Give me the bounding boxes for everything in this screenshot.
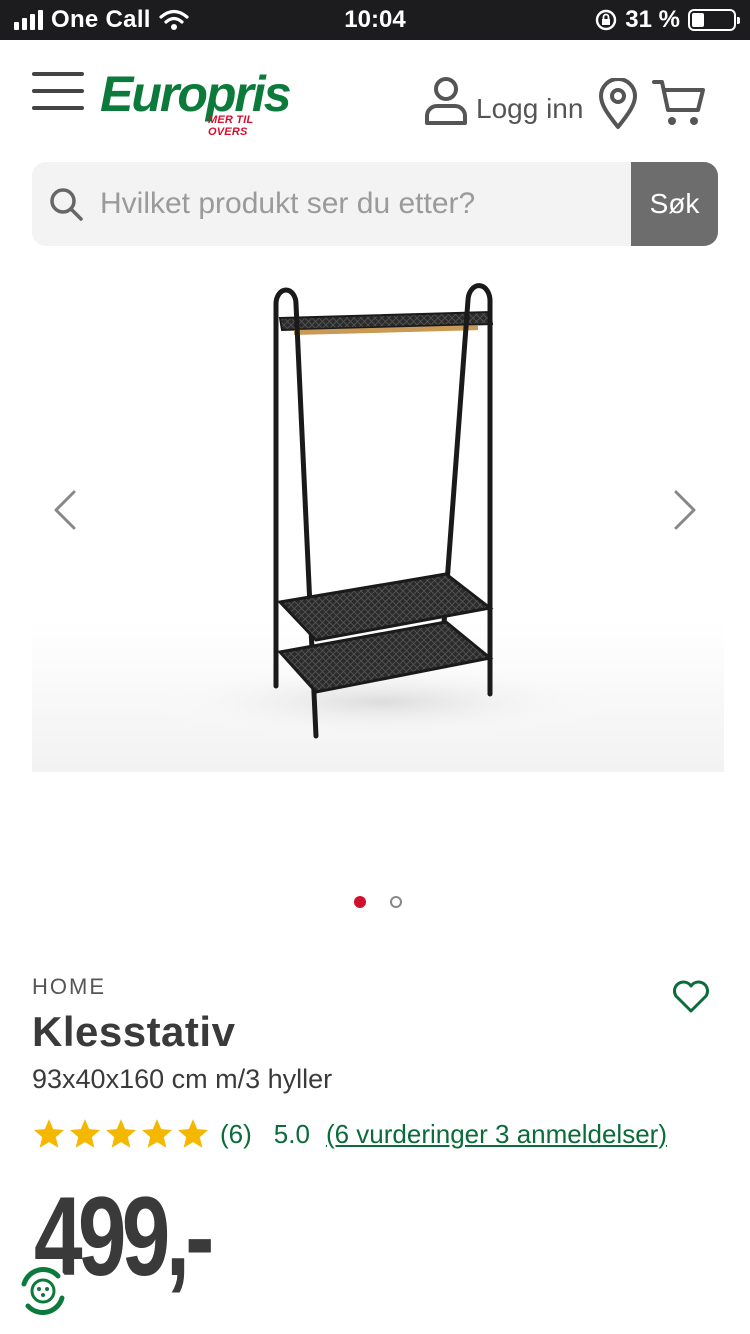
logo[interactable]: Europris MER TIL OVERS xyxy=(100,66,292,138)
search-input[interactable] xyxy=(100,162,660,246)
heart-icon[interactable] xyxy=(672,980,710,1014)
product-subtitle: 93x40x160 cm m/3 hyller xyxy=(32,1064,333,1094)
gallery-pagination xyxy=(0,894,750,910)
star-icon xyxy=(105,1119,137,1148)
product-image xyxy=(142,283,622,742)
site-header: Europris MER TIL OVERS Logg inn xyxy=(0,40,750,150)
chevron-right-icon[interactable] xyxy=(670,488,700,532)
logo-text: Europris xyxy=(100,66,292,122)
cart-icon[interactable] xyxy=(652,78,706,128)
status-bar: One Call 10:04 31 % xyxy=(0,0,750,40)
rating-stars xyxy=(32,1117,210,1151)
rating-count: (6) xyxy=(220,1118,252,1149)
product-gallery[interactable] xyxy=(32,262,724,772)
product-title: Klesstativ xyxy=(32,1008,236,1055)
login-label: Logg inn xyxy=(476,93,584,124)
rating-score: 5.0 xyxy=(273,1118,310,1149)
user-icon xyxy=(425,77,467,125)
login-button[interactable]: Logg inn xyxy=(424,76,583,126)
logo-tagline: MER TIL OVERS xyxy=(208,114,254,138)
battery-fill xyxy=(692,13,704,27)
eco-icon[interactable] xyxy=(14,1262,72,1320)
reviews-link[interactable]: (6 vurderinger 3 anmeldelser) xyxy=(326,1119,667,1150)
star-icon xyxy=(69,1119,101,1148)
location-icon[interactable] xyxy=(598,78,638,130)
battery-icon xyxy=(688,9,740,31)
search-icon xyxy=(50,188,83,221)
chevron-left-icon[interactable] xyxy=(50,488,80,532)
gallery-dot[interactable] xyxy=(390,896,402,908)
status-right: 31 % xyxy=(595,0,740,40)
menu-icon[interactable] xyxy=(32,72,84,112)
star-icon xyxy=(33,1119,65,1148)
product-brand[interactable]: HOME xyxy=(32,974,106,1000)
gallery-dot-active[interactable] xyxy=(354,896,366,908)
product-rating: (6) 5.0 (6 vurderinger 3 anmeldelser) xyxy=(32,1114,667,1154)
battery-percent: 31 % xyxy=(625,6,680,33)
star-icon xyxy=(177,1119,209,1148)
rotation-lock-icon xyxy=(596,9,617,31)
search-button[interactable]: Søk xyxy=(631,162,718,246)
star-icon xyxy=(141,1119,173,1148)
search-bar: Søk xyxy=(32,162,718,246)
